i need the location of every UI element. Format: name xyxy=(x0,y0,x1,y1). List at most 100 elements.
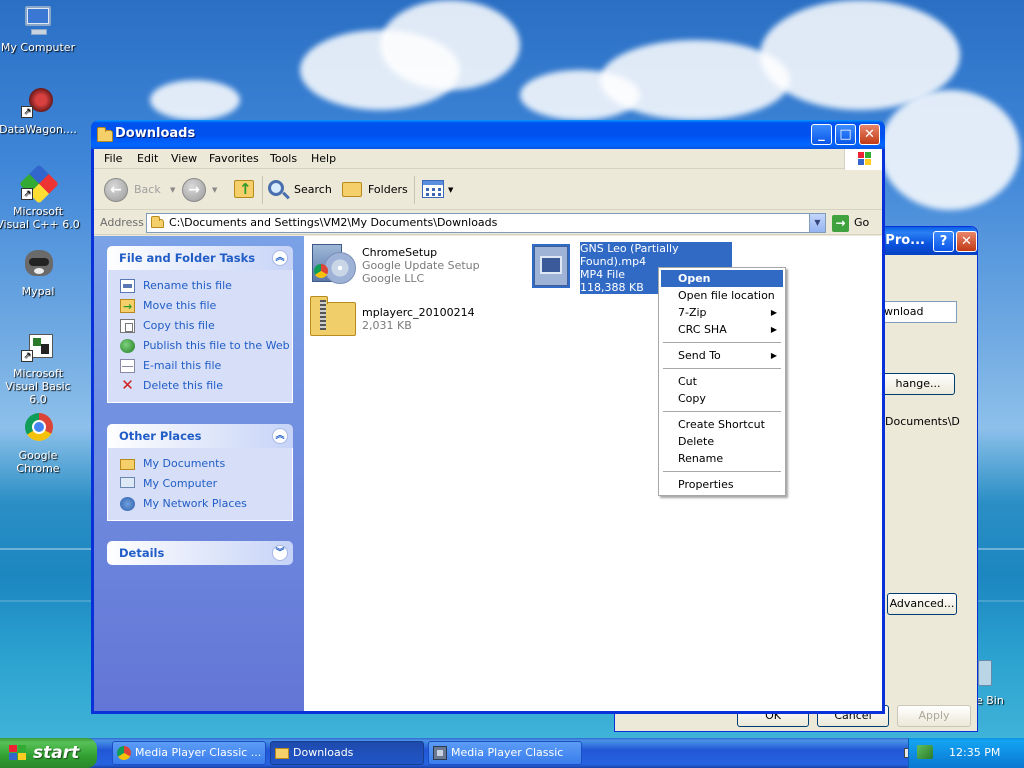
menu-separator xyxy=(663,342,781,343)
back-arrow-icon: ← xyxy=(104,178,128,202)
taskbar-item-media-player-classic[interactable]: Media Player Classic xyxy=(428,741,582,765)
menu-item-delete[interactable]: Delete xyxy=(661,433,783,450)
folder-icon xyxy=(97,127,113,142)
menu-item-copy[interactable]: Copy xyxy=(661,390,783,407)
my-computer-icon xyxy=(120,477,135,488)
collapse-chevron-icon[interactable]: ︽ xyxy=(272,428,288,444)
chrome-icon xyxy=(21,412,55,446)
menu-favorites[interactable]: Favorites xyxy=(209,152,259,165)
back-button[interactable]: ← Back xyxy=(104,176,166,204)
menu-item-7zip[interactable]: 7-Zip ▶ xyxy=(661,304,783,321)
submenu-arrow-icon: ▶ xyxy=(770,325,777,334)
submenu-arrow-icon: ▶ xyxy=(770,308,777,317)
taskbar-item-media-player-chrome[interactable]: Media Player Classic ... xyxy=(112,741,266,765)
task-email[interactable]: E-mail this file xyxy=(120,356,292,376)
views-button[interactable]: ▼ xyxy=(420,176,456,204)
installer-icon xyxy=(310,242,356,286)
folder-icon xyxy=(275,748,289,759)
recycle-bin-label[interactable]: e Bin xyxy=(976,694,1004,707)
go-arrow-icon: → xyxy=(832,215,849,232)
menu-item-crc-sha[interactable]: CRC SHA ▶ xyxy=(661,321,783,338)
maximize-button[interactable]: □ xyxy=(835,124,856,145)
windows-logo-icon xyxy=(844,149,882,171)
taskbar-item-downloads[interactable]: Downloads xyxy=(270,741,424,765)
file-list-area[interactable]: ChromeSetup Google Update Setup Google L… xyxy=(304,236,882,711)
desktop-icon-mypal[interactable]: Mypal xyxy=(0,248,80,298)
network-places-icon xyxy=(120,497,135,511)
collapse-chevron-icon[interactable]: ︽ xyxy=(272,250,288,266)
folders-button[interactable]: Folders xyxy=(340,176,410,204)
menu-item-cut[interactable]: Cut xyxy=(661,373,783,390)
download-path-field[interactable]: wnload xyxy=(879,301,957,323)
task-publish[interactable]: Publish this file to the Web xyxy=(120,336,292,356)
back-dropdown-icon[interactable]: ▼ xyxy=(170,186,175,194)
submenu-arrow-icon: ▶ xyxy=(770,351,777,360)
menu-view[interactable]: View xyxy=(171,152,197,165)
menu-item-open-file-location[interactable]: Open file location xyxy=(661,287,783,304)
file-name: mplayerc_20100214 xyxy=(362,306,475,319)
address-label: Address xyxy=(100,216,144,229)
menu-item-create-shortcut[interactable]: Create Shortcut xyxy=(661,416,783,433)
views-dropdown-icon: ▼ xyxy=(448,186,454,194)
address-path: C:\Documents and Settings\VM2\My Documen… xyxy=(169,216,498,229)
desktop-icon-visual-basic[interactable]: ↗ Microsoft Visual Basic 6.0 xyxy=(0,330,80,406)
task-delete[interactable]: ✕ Delete this file xyxy=(120,376,292,396)
menu-item-rename[interactable]: Rename xyxy=(661,450,783,467)
recycle-bin-icon[interactable] xyxy=(978,660,992,686)
explorer-titlebar[interactable]: Downloads _ □ ✕ xyxy=(91,120,885,149)
move-icon: → xyxy=(120,299,135,313)
file-item[interactable]: mplayerc_20100214 2,031 KB xyxy=(310,294,510,338)
address-dropdown-icon[interactable]: ▼ xyxy=(809,214,825,232)
address-folder-icon xyxy=(151,216,164,228)
start-button[interactable]: start xyxy=(0,738,97,768)
apply-button[interactable]: Apply xyxy=(897,705,971,727)
desktop-icon-google-chrome[interactable]: Google Chrome xyxy=(0,412,80,475)
search-button[interactable]: Search xyxy=(266,176,332,204)
clock[interactable]: 12:35 PM xyxy=(949,746,1000,759)
close-button[interactable]: ✕ xyxy=(859,124,880,145)
system-tray: 12:35 PM xyxy=(908,738,1024,768)
background-dialog-close-button[interactable]: ✕ xyxy=(956,231,977,252)
forward-dropdown-icon[interactable]: ▼ xyxy=(212,186,217,194)
menu-item-properties[interactable]: Properties xyxy=(661,476,783,493)
datawagon-icon: ↗ xyxy=(21,86,55,120)
visual-basic-icon: ↗ xyxy=(21,330,55,364)
task-copy[interactable]: Copy this file xyxy=(120,316,292,336)
place-network[interactable]: My Network Places xyxy=(120,494,292,514)
details-header[interactable]: Details ︾ xyxy=(107,541,293,565)
details-panel: Details ︾ xyxy=(107,541,293,565)
taskbar: start Media Player Classic ... Downloads… xyxy=(0,738,1024,768)
menu-item-open[interactable]: Open xyxy=(661,270,783,287)
network-tray-icon[interactable] xyxy=(917,745,933,759)
menu-tools[interactable]: Tools xyxy=(270,152,297,165)
menu-help[interactable]: Help xyxy=(311,152,336,165)
go-button[interactable]: → Go xyxy=(832,214,869,232)
menu-edit[interactable]: Edit xyxy=(137,152,158,165)
menu-item-send-to[interactable]: Send To ▶ xyxy=(661,347,783,364)
up-folder-button[interactable]: ↑ xyxy=(232,176,256,204)
desktop-icon-datawagon[interactable]: ↗ DataWagon.... xyxy=(0,86,80,136)
place-my-documents[interactable]: My Documents xyxy=(120,454,292,474)
task-move[interactable]: → Move this file xyxy=(120,296,292,316)
copy-icon xyxy=(120,319,135,333)
desktop-icon-my-computer[interactable]: My Computer xyxy=(0,4,80,54)
other-places-header[interactable]: Other Places ︽ xyxy=(107,424,293,448)
documents-path-text: Documents\D xyxy=(885,415,960,428)
minimize-button[interactable]: _ xyxy=(811,124,832,145)
expand-chevron-icon[interactable]: ︾ xyxy=(272,545,288,561)
other-places-panel: Other Places ︽ My Documents My Computer … xyxy=(107,424,293,521)
help-button[interactable]: ? xyxy=(933,231,954,252)
task-rename[interactable]: Rename this file xyxy=(120,276,292,296)
menu-file[interactable]: File xyxy=(104,152,122,165)
file-folder-tasks-header[interactable]: File and Folder Tasks ︽ xyxy=(107,246,293,270)
menu-separator xyxy=(663,471,781,472)
change-button[interactable]: hange... xyxy=(881,373,955,395)
my-documents-icon xyxy=(120,459,135,470)
file-item[interactable]: ChromeSetup Google Update Setup Google L… xyxy=(310,240,510,288)
desktop-icon-visual-cpp[interactable]: ↗ Microsoft Visual C++ 6.0 xyxy=(0,164,80,231)
advanced-button[interactable]: Advanced... xyxy=(887,593,957,615)
place-my-computer[interactable]: My Computer xyxy=(120,474,292,494)
visual-cpp-icon: ↗ xyxy=(19,164,59,204)
address-input[interactable]: C:\Documents and Settings\VM2\My Documen… xyxy=(146,213,826,233)
menu-bar: File Edit View Favorites Tools Help xyxy=(94,149,882,171)
